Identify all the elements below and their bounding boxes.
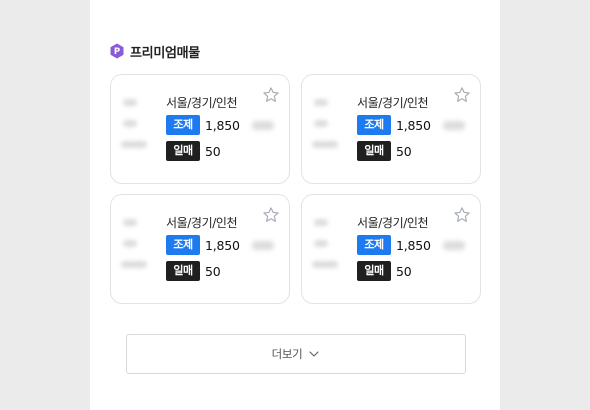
more-button-label: 더보기 — [271, 347, 303, 361]
listing-value: 50 — [205, 263, 221, 279]
star-outline-icon[interactable] — [262, 86, 280, 104]
section-title: 프리미엄매물 — [130, 45, 200, 61]
listing-row-secondary: 일매 50 — [166, 141, 221, 161]
listing-row-primary: 조제 1,850 — [166, 235, 274, 255]
listing-value: 1,850 — [396, 237, 431, 253]
premium-p-icon: P — [110, 43, 124, 59]
listing-row-secondary: 일매 50 — [357, 261, 412, 281]
star-outline-icon[interactable] — [453, 206, 471, 224]
tag-badge: 일매 — [357, 141, 391, 161]
listing-row-secondary: 일매 50 — [357, 141, 412, 161]
listing-value: 1,850 — [205, 237, 240, 253]
listing-card[interactable]: 서울/경기/인천 조제 1,850 일매 50 — [110, 194, 290, 304]
blurred-value — [251, 240, 274, 250]
listing-row-primary: 조제 1,850 — [166, 115, 274, 135]
listing-region: 서울/경기/인천 — [166, 96, 238, 110]
listing-card[interactable]: 서울/경기/인천 조제 1,850 일매 50 — [301, 194, 481, 304]
tag-badge: 일매 — [166, 261, 200, 281]
listing-value: 50 — [205, 143, 221, 159]
listing-region: 서울/경기/인천 — [357, 216, 429, 230]
listing-row-primary: 조제 1,850 — [357, 235, 465, 255]
listing-region: 서울/경기/인천 — [357, 96, 429, 110]
star-outline-icon[interactable] — [453, 86, 471, 104]
blurred-value — [442, 240, 465, 250]
tag-badge: 조제 — [166, 235, 200, 255]
listing-value: 50 — [396, 143, 412, 159]
content-panel: P 프리미엄매물 서울/경기/인천 조제 1,850 일매 50 서울/경기/인… — [90, 0, 500, 410]
tag-badge: 일매 — [357, 261, 391, 281]
listing-value: 1,850 — [205, 117, 240, 133]
blurred-info — [121, 219, 155, 282]
tag-badge: 조제 — [166, 115, 200, 135]
star-outline-icon[interactable] — [262, 206, 280, 224]
blurred-info — [121, 99, 155, 162]
tag-badge: 조제 — [357, 115, 391, 135]
svg-text:P: P — [114, 47, 120, 57]
listing-card[interactable]: 서울/경기/인천 조제 1,850 일매 50 — [301, 74, 481, 184]
blurred-info — [312, 99, 346, 162]
blurred-value — [442, 120, 465, 130]
listing-region: 서울/경기/인천 — [166, 216, 238, 230]
blurred-info — [312, 219, 346, 282]
tag-badge: 일매 — [166, 141, 200, 161]
blurred-value — [251, 120, 274, 130]
section-header: P 프리미엄매물 — [110, 42, 200, 61]
chevron-down-icon — [308, 348, 320, 360]
listing-row-primary: 조제 1,850 — [357, 115, 465, 135]
tag-badge: 조제 — [357, 235, 391, 255]
more-button[interactable]: 더보기 — [126, 334, 466, 374]
listing-row-secondary: 일매 50 — [166, 261, 221, 281]
listing-value: 1,850 — [396, 117, 431, 133]
listing-card[interactable]: 서울/경기/인천 조제 1,850 일매 50 — [110, 74, 290, 184]
listing-value: 50 — [396, 263, 412, 279]
